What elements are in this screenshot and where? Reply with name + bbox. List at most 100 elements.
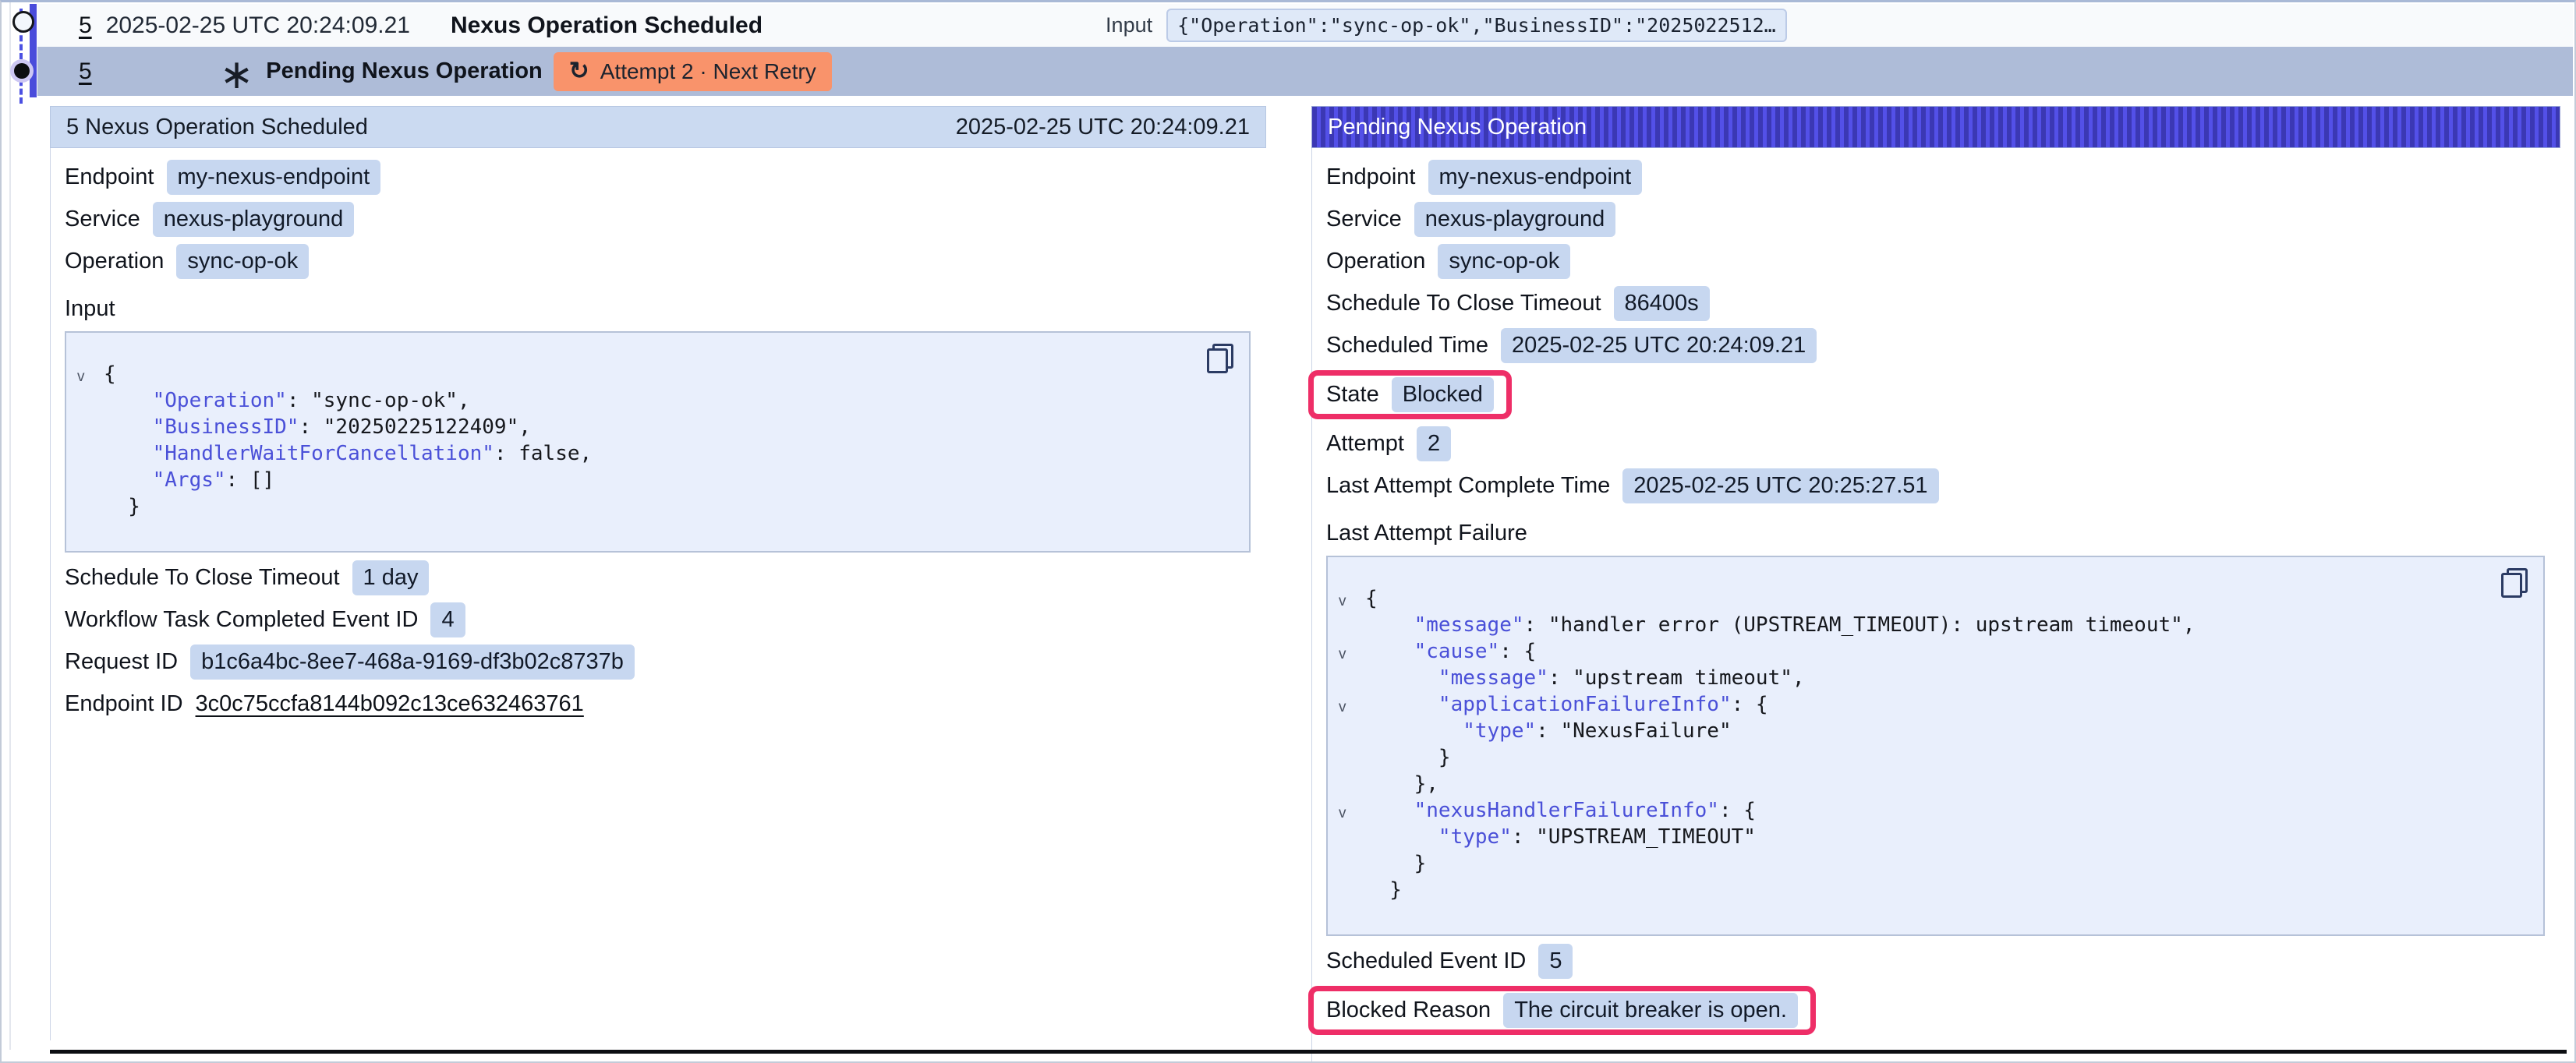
scheduled-event-panel: 5 Nexus Operation Scheduled 2025-02-25 U… <box>50 106 1266 1040</box>
event-id-link[interactable]: 5 <box>79 12 92 39</box>
collapse-chevron-icon[interactable]: v <box>1339 641 1365 668</box>
field-row: Schedule To Close Timeout 86400s <box>1326 286 2560 321</box>
input-json-block: v{ "Operation": "sync-op-ok", "BusinessI… <box>65 331 1251 553</box>
json-line: "message": "handler error (UPSTREAM_TIME… <box>1339 612 2496 638</box>
field-value: sync-op-ok <box>1438 244 1570 279</box>
scheduled-panel-body: Endpoint my-nexus-endpoint Service nexus… <box>50 148 1266 1040</box>
field-row: Service nexus-playground <box>1326 202 2560 237</box>
field-row: Request ID b1c6a4bc-8ee7-468a-9169-df3b0… <box>65 645 1266 680</box>
json-line: "type": "NexusFailure" <box>1339 718 2496 744</box>
temporal-event-history-view: 5 2025-02-25 UTC 20:24:09.21 Nexus Opera… <box>0 0 2576 1063</box>
collapse-chevron-icon[interactable]: v <box>1339 694 1365 721</box>
field-row: Operation sync-op-ok <box>1326 244 2560 279</box>
field-label: Schedule To Close Timeout <box>65 565 340 591</box>
field-label: Workflow Task Completed Event ID <box>65 607 418 633</box>
event-row-scheduled[interactable]: 5 2025-02-25 UTC 20:24:09.21 Nexus Opera… <box>37 4 2573 47</box>
json-gutter <box>1339 668 1365 694</box>
retry-icon: ↻ <box>569 58 589 83</box>
json-gutter <box>1339 774 1365 800</box>
json-line: "message": "upstream timeout", <box>1339 665 2496 691</box>
scheduled-panel-title: 5 Nexus Operation Scheduled <box>66 115 368 140</box>
collapse-chevron-icon[interactable]: v <box>1339 588 1365 615</box>
json-line: v{ <box>77 361 1202 387</box>
field-value: 5 <box>1538 944 1573 979</box>
field-value: 4 <box>430 602 465 637</box>
history-rail-line <box>9 2 11 1050</box>
pending-panel-header: Pending Nexus Operation <box>1311 106 2560 148</box>
field-value: my-nexus-endpoint <box>167 160 381 195</box>
last-attempt-failure-label: Last Attempt Failure <box>1326 521 2560 546</box>
copy-icon[interactable] <box>2501 568 2528 598</box>
event-row-pending[interactable]: 5 ∗ Pending Nexus Operation ↻ Attempt 2 … <box>37 47 2573 96</box>
field-label: Endpoint <box>1326 164 1416 190</box>
json-gutter <box>1339 747 1365 774</box>
json-gutter <box>77 443 104 470</box>
json-line: } <box>1339 877 2496 903</box>
field-label: Schedule To Close Timeout <box>1326 291 1601 316</box>
field-value-link[interactable]: 3c0c75ccfa8144b092c13ce632463761 <box>196 691 584 717</box>
json-line: } <box>1339 744 2496 771</box>
json-line: v{ <box>1339 585 2496 612</box>
input-field-label: Input <box>1106 13 1152 37</box>
field-label: Scheduled Time <box>1326 333 1488 358</box>
attempt-badge-label: Attempt 2 · Next Retry <box>600 59 816 84</box>
field-label: Request ID <box>65 649 178 675</box>
field-value: my-nexus-endpoint <box>1428 160 1643 195</box>
viewport-bottom-edge <box>50 1050 2567 1054</box>
event-type-label: Nexus Operation Scheduled <box>451 12 763 39</box>
field-row: Operation sync-op-ok <box>65 244 1266 279</box>
field-label: Scheduled Event ID <box>1326 948 1526 974</box>
copy-icon[interactable] <box>1207 344 1233 373</box>
field-label: Operation <box>65 249 164 274</box>
input-section-label: Input <box>65 296 1266 322</box>
field-value: 2 <box>1417 426 1451 461</box>
field-value: b1c6a4bc-8ee7-468a-9169-df3b02c8737b <box>190 645 635 680</box>
field-label: Operation <box>1326 249 1425 274</box>
field-label: Service <box>65 207 140 232</box>
timeline-open-event-dot <box>12 11 34 33</box>
field-row: Workflow Task Completed Event ID 4 <box>65 602 1266 637</box>
json-line: "type": "UPSTREAM_TIMEOUT" <box>1339 824 2496 850</box>
collapse-chevron-icon[interactable]: v <box>77 364 104 390</box>
json-line: v "cause": { <box>1339 638 2496 665</box>
json-line: "HandlerWaitForCancellation": false, <box>77 440 1202 467</box>
field-row: Schedule To Close Timeout 1 day <box>65 560 1266 595</box>
pending-panel-title: Pending Nexus Operation <box>1328 115 1587 140</box>
attempt-retry-badge: ↻ Attempt 2 · Next Retry <box>554 52 832 91</box>
field-label: Attempt <box>1326 431 1404 457</box>
json-line: v "nexusHandlerFailureInfo": { <box>1339 797 2496 824</box>
field-value: 2025-02-25 UTC 20:25:27.51 <box>1622 468 1938 503</box>
field-label: Last Attempt Complete Time <box>1326 473 1610 499</box>
pending-operation-panel: Pending Nexus Operation Endpoint my-nexu… <box>1311 106 2560 1063</box>
field-row: Scheduled Time 2025-02-25 UTC 20:24:09.2… <box>1326 328 2560 363</box>
input-preview-chip[interactable]: {"Operation":"sync-op-ok","BusinessID":"… <box>1166 9 1787 42</box>
json-gutter <box>77 496 104 523</box>
field-row-annotated: State Blocked <box>1308 370 1512 419</box>
json-gutter <box>77 470 104 496</box>
field-label: Endpoint <box>65 164 154 190</box>
field-row-annotated: Blocked Reason The circuit breaker is op… <box>1308 986 1816 1035</box>
field-label: Blocked Reason <box>1326 998 1491 1023</box>
field-value: nexus-playground <box>1414 202 1616 237</box>
field-value: sync-op-ok <box>176 244 309 279</box>
field-row: Attempt 2 <box>1326 426 2560 461</box>
scheduled-panel-header: 5 Nexus Operation Scheduled 2025-02-25 U… <box>50 106 1266 148</box>
event-timestamp: 2025-02-25 UTC 20:24:09.21 <box>106 12 410 39</box>
field-row: Endpoint my-nexus-endpoint <box>65 160 1266 195</box>
field-value: 2025-02-25 UTC 20:24:09.21 <box>1501 328 1817 363</box>
event-id-link[interactable]: 5 <box>79 58 92 85</box>
field-label: Service <box>1326 207 1402 232</box>
json-line: "BusinessID": "20250225122409", <box>77 414 1202 440</box>
field-label: Endpoint ID <box>65 691 183 717</box>
timeline-current-event-dot <box>14 63 30 79</box>
json-line: v "applicationFailureInfo": { <box>1339 691 2496 718</box>
json-line: "Args": [] <box>77 467 1202 493</box>
json-line: } <box>77 493 1202 520</box>
field-label: State <box>1326 382 1379 408</box>
json-gutter <box>1339 853 1365 880</box>
json-gutter <box>1339 615 1365 641</box>
field-row: Last Attempt Complete Time 2025-02-25 UT… <box>1326 468 2560 503</box>
collapse-chevron-icon[interactable]: v <box>1339 800 1365 827</box>
json-gutter <box>77 390 104 417</box>
json-gutter <box>1339 721 1365 747</box>
